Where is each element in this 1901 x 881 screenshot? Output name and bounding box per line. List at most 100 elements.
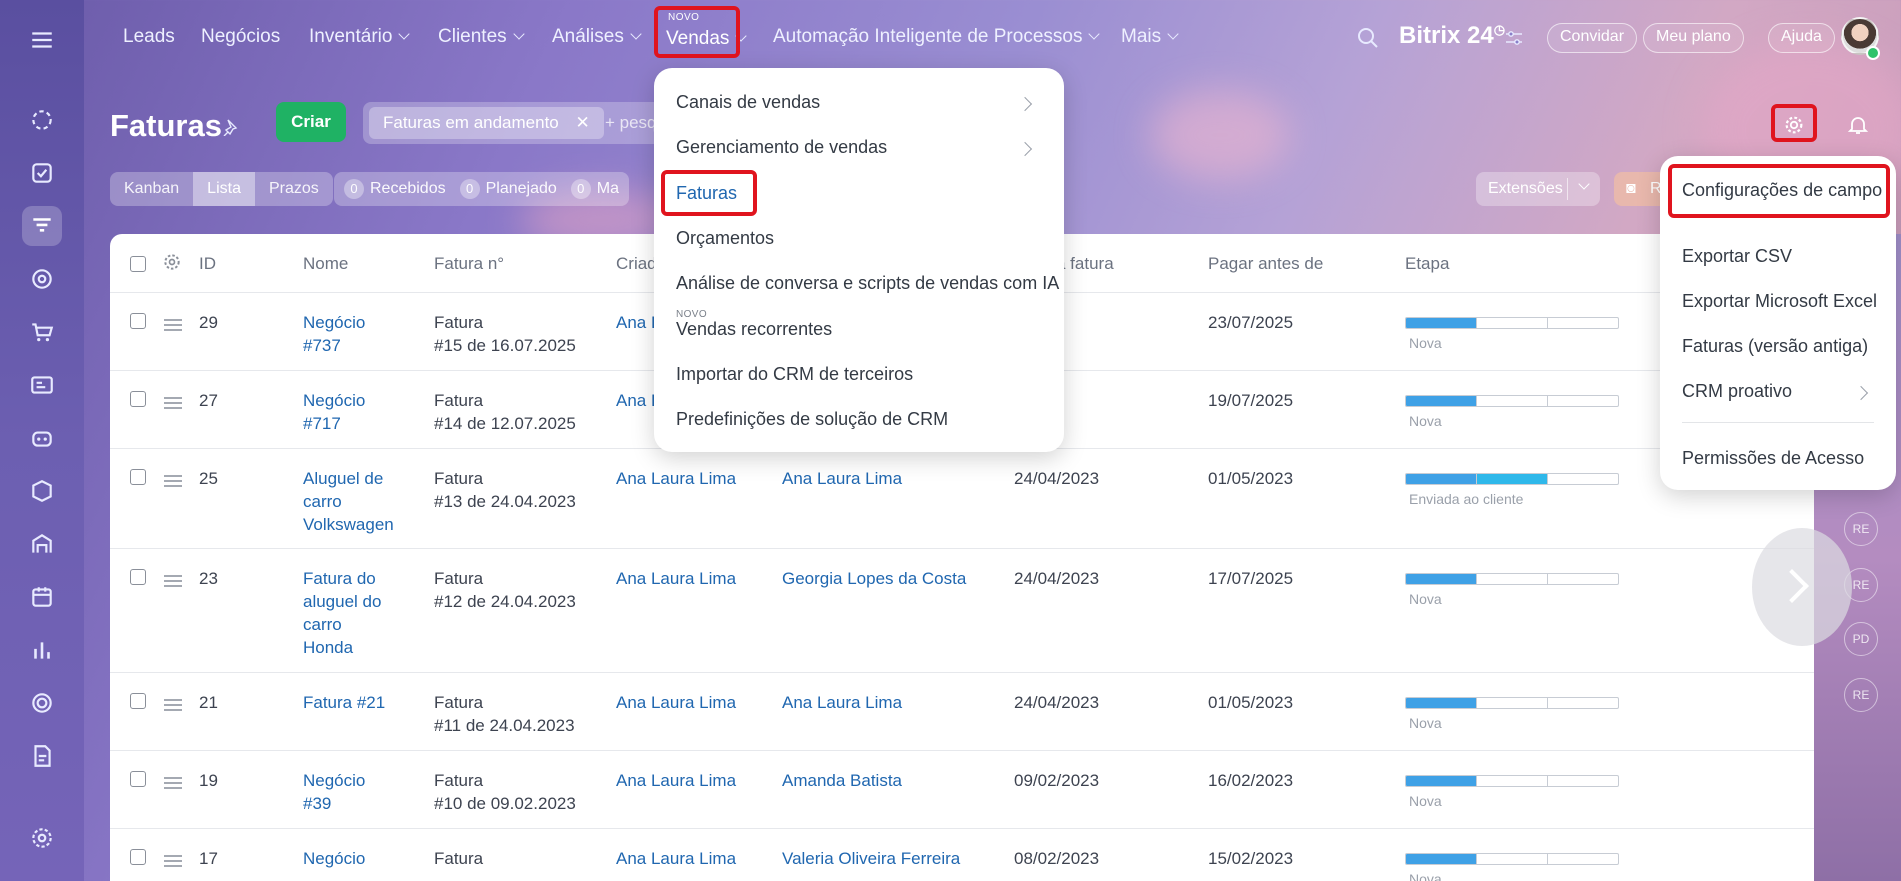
menu-predefinicoes-crm[interactable]: Predefinições de solução de CRM	[654, 409, 1064, 430]
marketing-icon[interactable]	[22, 259, 62, 299]
header-id[interactable]: ID	[199, 254, 216, 274]
stage-segment[interactable]	[1406, 698, 1477, 708]
help-button[interactable]: Ajuda	[1768, 23, 1835, 53]
stage-segment[interactable]	[1548, 854, 1618, 864]
cell-responsavel[interactable]: Ana Laura Lima	[782, 467, 902, 490]
stage-segment[interactable]	[1477, 474, 1548, 484]
cell-nome[interactable]: Negócio #737	[303, 311, 365, 357]
stage-segment[interactable]	[1548, 574, 1618, 584]
search-icon[interactable]	[1356, 26, 1380, 50]
header-criado[interactable]: Criad	[616, 254, 657, 274]
my-plan-button[interactable]: Meu plano	[1643, 23, 1744, 53]
view-kanban[interactable]: Kanban	[110, 172, 193, 206]
cell-criado-por[interactable]: Ana Laura Lima	[616, 691, 736, 714]
row-checkbox[interactable]	[130, 391, 146, 407]
stage-progress-bar[interactable]	[1405, 317, 1619, 329]
avatar-bubble[interactable]: PD	[1844, 622, 1878, 656]
cell-criado-por[interactable]: Ana Laura Lima	[616, 567, 736, 590]
stage-segment[interactable]	[1477, 698, 1548, 708]
crm-icon[interactable]	[22, 206, 62, 246]
table-row[interactable]: 23 Fatura do aluguel do carro Honda Fatura #12…	[110, 548, 1814, 672]
search-placeholder[interactable]: + pesq	[605, 113, 657, 133]
menu-orcamentos[interactable]: Orçamentos	[654, 228, 1064, 249]
drag-handle-icon[interactable]	[164, 777, 182, 789]
row-checkbox[interactable]	[130, 469, 146, 485]
drag-handle-icon[interactable]	[164, 855, 182, 867]
nav-clientes[interactable]: Clientes	[438, 26, 525, 48]
filter-chip[interactable]: Faturas em andamento ✕	[369, 107, 604, 139]
stage-progress-bar[interactable]	[1405, 775, 1619, 787]
stage-segment[interactable]	[1406, 854, 1477, 864]
nav-mais[interactable]: Mais	[1121, 26, 1179, 48]
row-checkbox[interactable]	[130, 693, 146, 709]
close-icon[interactable]: ✕	[576, 113, 590, 132]
stage-segment[interactable]	[1477, 776, 1548, 786]
avatar-bubble[interactable]: RE	[1844, 512, 1878, 546]
row-checkbox[interactable]	[130, 771, 146, 787]
header-fatura-numero[interactable]: Fatura n°	[434, 254, 504, 274]
scroll-right-arrow[interactable]	[1752, 528, 1852, 646]
menu-gerenciamento-de-vendas[interactable]: Gerenciamento de vendas	[654, 137, 1064, 158]
counter-planejado[interactable]: 0 Planejado	[459, 179, 557, 199]
stage-segment[interactable]	[1477, 396, 1548, 406]
nav-automacao[interactable]: Automação Inteligente de Processos	[773, 26, 1101, 48]
stage-segment[interactable]	[1406, 396, 1477, 406]
drag-handle-icon[interactable]	[164, 397, 182, 409]
cell-nome[interactable]: Negócio #717	[303, 389, 365, 435]
cell-criado-por[interactable]: Ana Laura Lima	[616, 467, 736, 490]
stage-segment[interactable]	[1406, 318, 1477, 328]
cell-nome[interactable]: Negócio	[303, 847, 365, 870]
column-settings-icon[interactable]	[162, 252, 182, 272]
row-checkbox[interactable]	[130, 569, 146, 585]
stage-segment[interactable]	[1406, 776, 1477, 786]
header-data-fatura[interactable]: a fatura	[1056, 254, 1114, 274]
cell-nome[interactable]: Aluguel de carro Volkswagen	[303, 467, 394, 536]
table-row[interactable]: 19 Negócio #39 Fatura #10 de 09.02.2023 Ana L…	[110, 750, 1814, 828]
sites-icon[interactable]	[22, 365, 62, 405]
pin-icon[interactable]	[222, 118, 240, 137]
stage-segment[interactable]	[1477, 574, 1548, 584]
menu-permissoes-de-acesso[interactable]: Permissões de Acesso	[1660, 448, 1896, 469]
extensions-button[interactable]: Extensões	[1476, 172, 1600, 206]
cell-responsavel[interactable]: Ana Laura Lima	[782, 691, 902, 714]
menu-vendas-recorrentes[interactable]: Vendas recorrentes	[654, 319, 1064, 340]
menu-faturas-versao-antiga[interactable]: Faturas (versão antiga)	[1660, 336, 1896, 357]
inventory-icon[interactable]	[22, 471, 62, 511]
menu-analise-conversa[interactable]: Análise de conversa e scripts de vendas …	[654, 273, 1064, 294]
stage-progress-bar[interactable]	[1405, 697, 1619, 709]
copilot-icon[interactable]	[22, 418, 62, 458]
view-lista[interactable]: Lista	[193, 172, 255, 206]
row-checkbox[interactable]	[130, 849, 146, 865]
drag-handle-icon[interactable]	[164, 319, 182, 331]
shield-icon[interactable]	[22, 683, 62, 723]
stage-segment[interactable]	[1548, 318, 1618, 328]
cell-responsavel[interactable]: Valeria Oliveira Ferreira	[782, 847, 960, 870]
create-button[interactable]: Criar	[276, 102, 346, 142]
header-etapa[interactable]: Etapa	[1405, 254, 1449, 274]
stage-segment[interactable]	[1406, 574, 1477, 584]
stage-segment[interactable]	[1548, 396, 1618, 406]
avatar-bubble[interactable]: RE	[1844, 678, 1878, 712]
menu-importar-crm[interactable]: Importar do CRM de terceiros	[654, 364, 1064, 385]
cell-nome[interactable]: Fatura do aluguel do carro Honda	[303, 567, 381, 659]
drag-handle-icon[interactable]	[164, 699, 182, 711]
sliders-icon[interactable]	[1504, 30, 1524, 46]
nav-inventario[interactable]: Inventário	[309, 26, 411, 48]
header-pagar-antes[interactable]: Pagar antes de	[1208, 254, 1323, 274]
cell-responsavel[interactable]: Amanda Batista	[782, 769, 902, 792]
cell-nome[interactable]: Negócio #39	[303, 769, 365, 815]
nav-negocios[interactable]: Negócios	[201, 26, 280, 48]
menu-canais-de-vendas[interactable]: Canais de vendas	[654, 92, 1064, 113]
feed-icon[interactable]	[22, 100, 62, 140]
invite-button[interactable]: Convidar	[1547, 23, 1638, 53]
stage-segment[interactable]	[1548, 474, 1618, 484]
counter-ma[interactable]: 0 Ma	[570, 179, 619, 199]
drag-handle-icon[interactable]	[164, 575, 182, 587]
menu-exportar-csv[interactable]: Exportar CSV	[1660, 246, 1896, 267]
filter-search-box[interactable]: Faturas em andamento ✕ + pesq	[363, 102, 683, 144]
select-all-checkbox[interactable]	[130, 256, 146, 272]
settings-icon[interactable]	[22, 818, 62, 858]
cell-criado-por[interactable]: Ana Laura Lima	[616, 769, 736, 792]
cell-criado-por[interactable]: Ana Laura Lima	[616, 847, 736, 870]
stage-segment[interactable]	[1477, 318, 1548, 328]
